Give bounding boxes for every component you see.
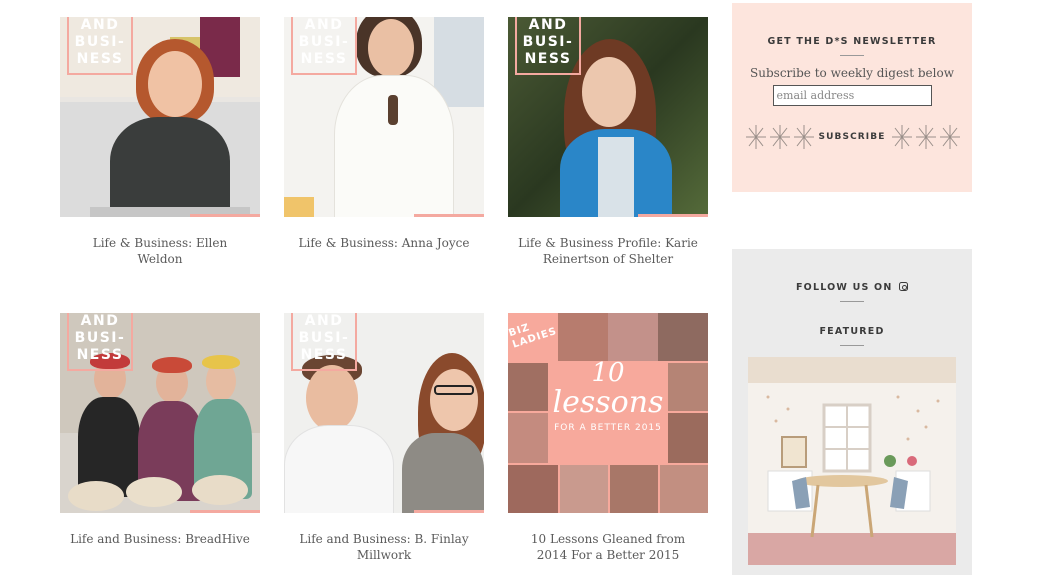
divider bbox=[840, 345, 864, 346]
post-title-link[interactable]: Life & Business: Anna Joyce bbox=[284, 235, 484, 251]
newsletter-box: GET THE D*S NEWSLETTER Subscribe to week… bbox=[732, 3, 972, 192]
lessons-word: lessons bbox=[552, 385, 664, 420]
divider bbox=[840, 55, 864, 56]
email-field[interactable] bbox=[772, 85, 932, 106]
post-thumbnail[interactable]: AND BUSI- NESS bbox=[508, 17, 708, 217]
post-card: BIZ LADIES 10 lessons FOR A BETTER 2015 … bbox=[508, 313, 708, 563]
post-card: AND BUSI- NESS Life & Business Profile: Ka… bbox=[508, 17, 708, 267]
accent-line bbox=[190, 510, 260, 513]
post-title-link[interactable]: 10 Lessons Gleaned from 2014 For a Bette… bbox=[508, 531, 708, 563]
decorative-stars-icon bbox=[892, 125, 960, 149]
subscribe-button[interactable]: SUBSCRIBE bbox=[818, 129, 886, 145]
decorative-stars-icon bbox=[746, 125, 814, 149]
and-business-badge: AND BUSI- NESS bbox=[515, 17, 581, 75]
post-thumbnail[interactable]: AND BUSI- NESS bbox=[284, 313, 484, 513]
featured-image[interactable] bbox=[748, 357, 956, 565]
accent-line bbox=[638, 214, 708, 217]
accent-line bbox=[190, 214, 260, 217]
lessons-number: 10 bbox=[591, 358, 625, 388]
post-card: AND BUSI- NESS Life & Business: Ellen Weld… bbox=[60, 17, 260, 267]
post-title-link[interactable]: Life and Business: BreadHive bbox=[60, 531, 260, 547]
post-thumbnail[interactable]: BIZ LADIES 10 lessons FOR A BETTER 2015 bbox=[508, 313, 708, 513]
post-title-link[interactable]: Life and Business: B. Finlay Millwork bbox=[284, 531, 484, 563]
post-card: AND BUSI- NESS Life & Business: Anna Joyce bbox=[284, 17, 484, 251]
and-business-badge: AND BUSI- NESS bbox=[291, 313, 357, 371]
accent-line bbox=[414, 510, 484, 513]
newsletter-heading: GET THE D*S NEWSLETTER bbox=[767, 36, 937, 47]
newsletter-subtitle: Subscribe to weekly digest below bbox=[750, 66, 954, 80]
follow-heading: FOLLOW US ON bbox=[732, 282, 972, 293]
and-business-badge: AND BUSI- NESS bbox=[67, 313, 133, 371]
post-thumbnail[interactable]: AND BUSI- NESS bbox=[60, 313, 260, 513]
instagram-icon[interactable] bbox=[899, 282, 908, 291]
post-thumbnail[interactable]: AND BUSI- NESS bbox=[60, 17, 260, 217]
post-title-link[interactable]: Life & Business: Ellen Weldon bbox=[60, 235, 260, 267]
divider bbox=[840, 301, 864, 302]
lessons-subtitle: FOR A BETTER 2015 bbox=[554, 423, 662, 433]
follow-heading-text: FOLLOW US ON bbox=[795, 282, 893, 293]
post-card: AND BUSI- NESS Life and Business: B. Finla… bbox=[284, 313, 484, 563]
post-card: AND BUSI- NESS Life and Business: BreadHiv… bbox=[60, 313, 260, 547]
featured-heading: FEATURED bbox=[819, 326, 885, 337]
and-business-badge: AND BUSI- NESS bbox=[291, 17, 357, 75]
accent-line bbox=[414, 214, 484, 217]
post-title-link[interactable]: Life & Business Profile: Karie Reinertso… bbox=[508, 235, 708, 267]
and-business-badge: AND BUSI- NESS bbox=[67, 17, 133, 75]
follow-box: FOLLOW US ON FEATURED bbox=[732, 249, 972, 575]
post-thumbnail[interactable]: AND BUSI- NESS bbox=[284, 17, 484, 217]
